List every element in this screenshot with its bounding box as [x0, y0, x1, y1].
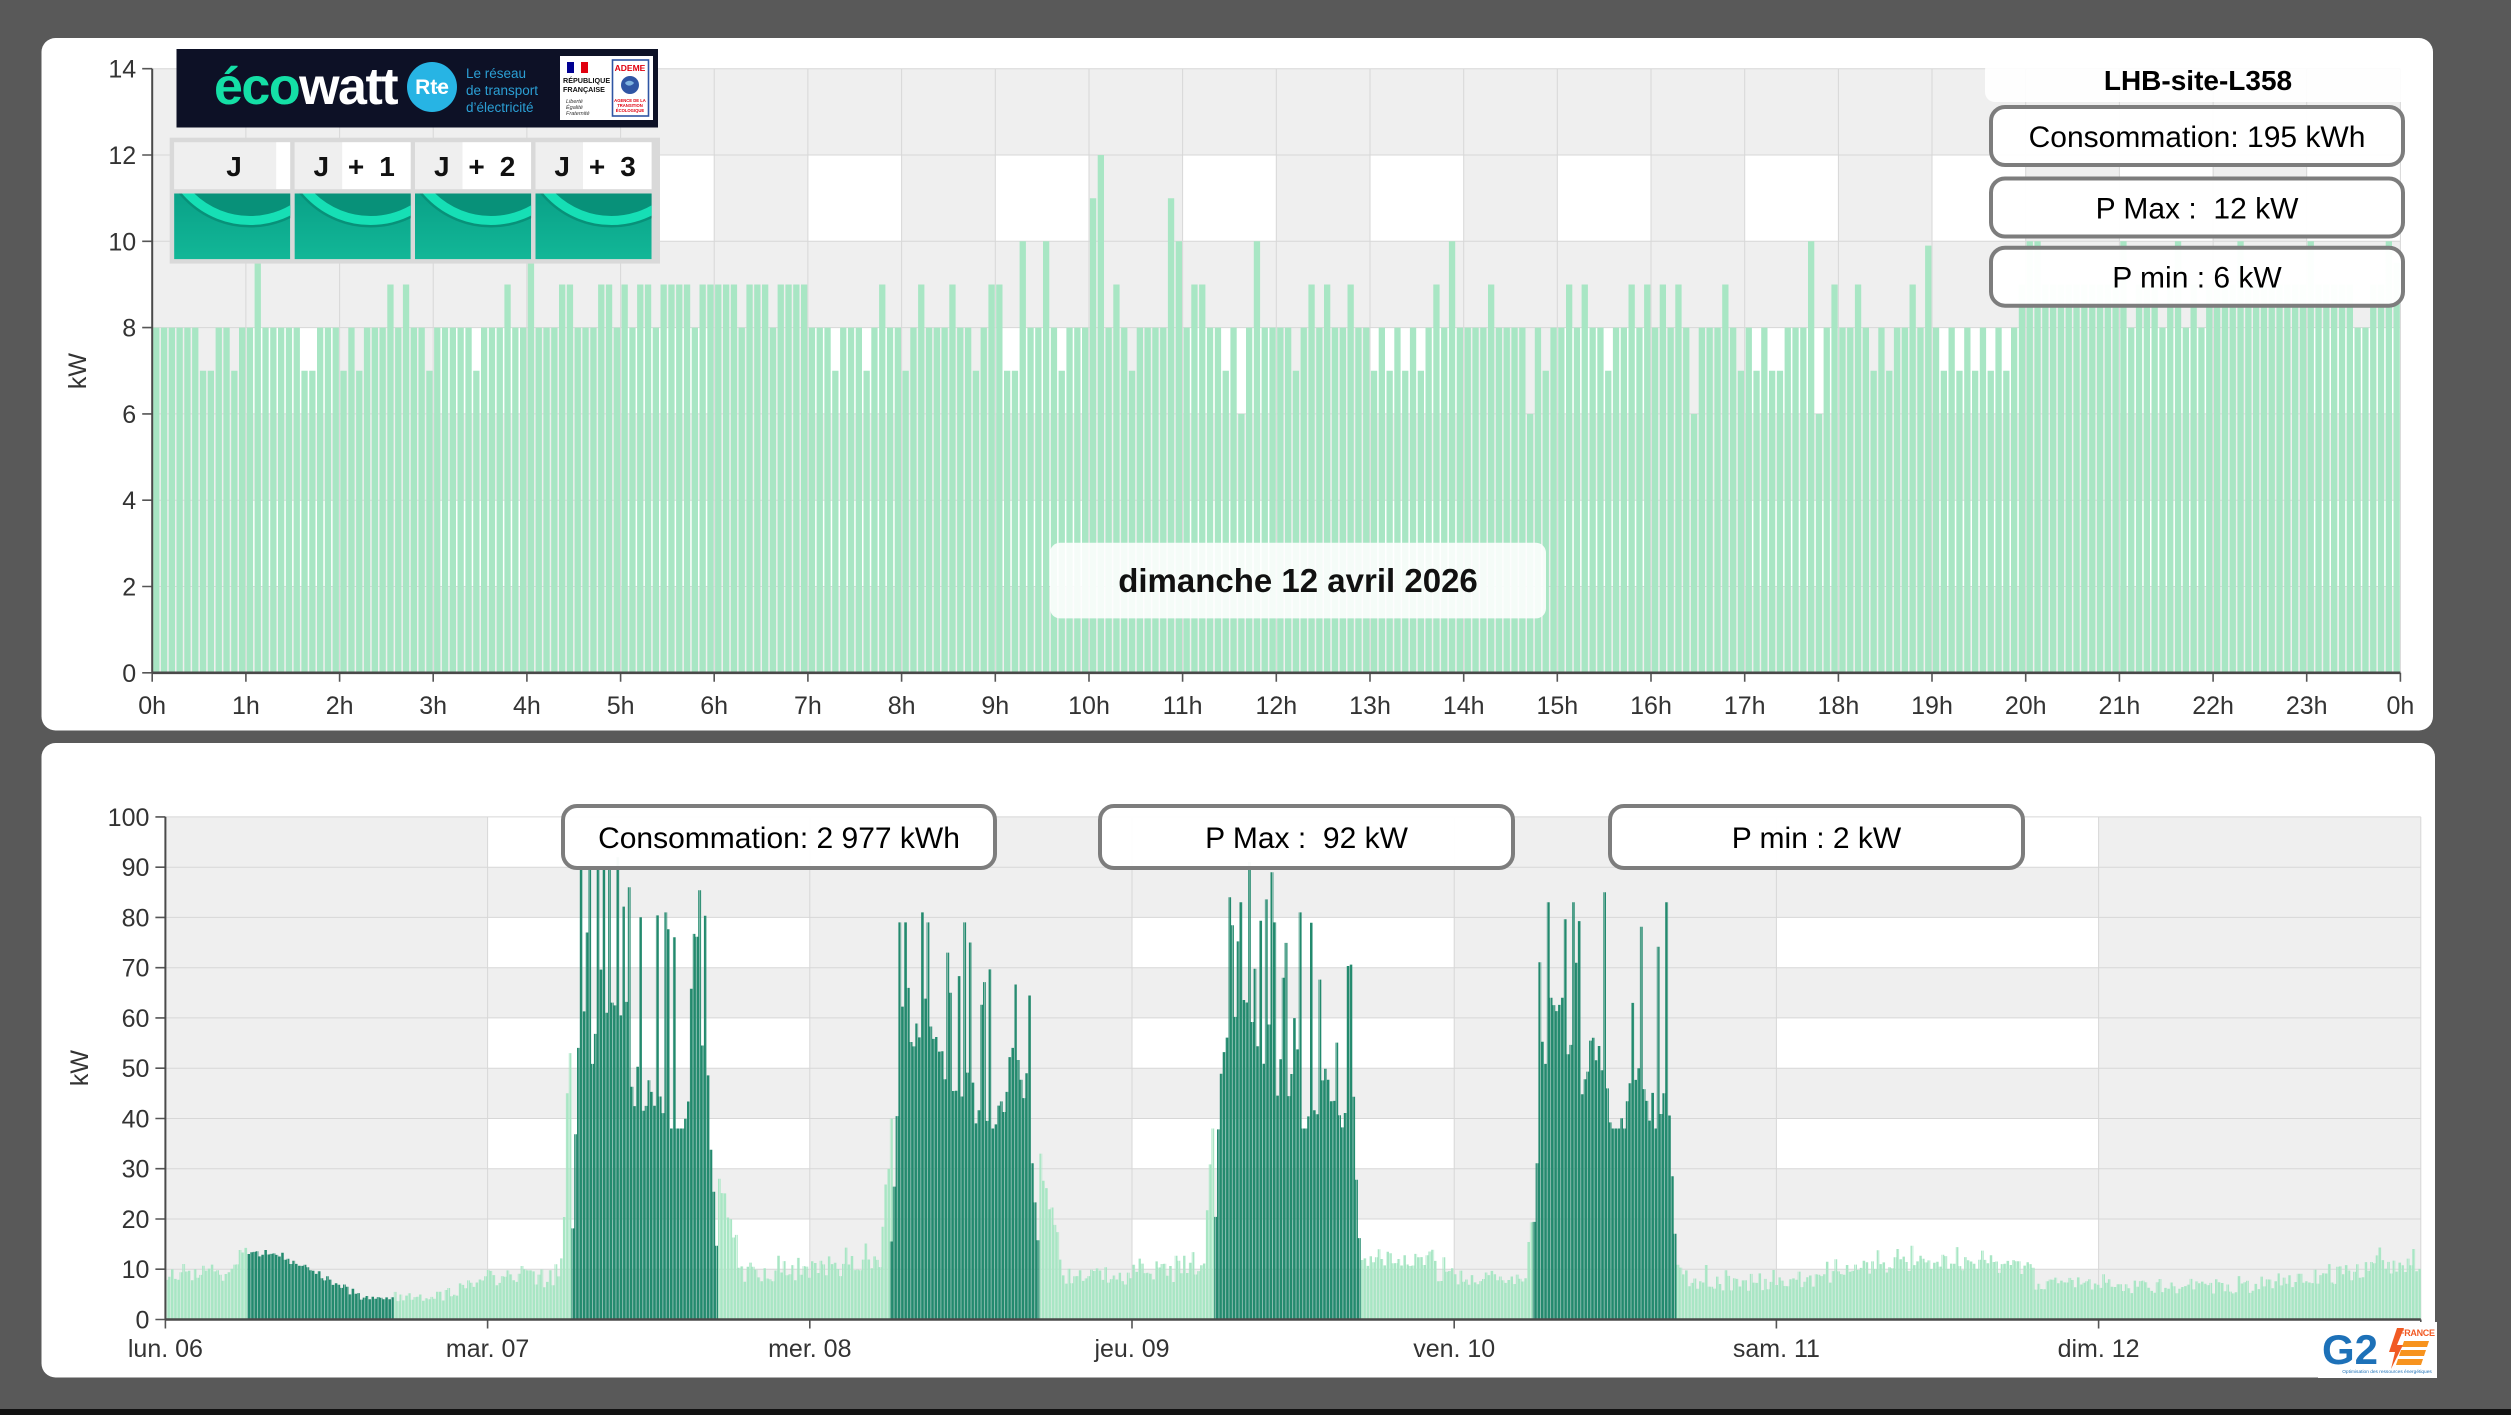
svg-text:18h: 18h [1818, 692, 1860, 720]
svg-text:20h: 20h [2005, 692, 2047, 720]
svg-text:+: + [589, 151, 605, 182]
svg-text:LHB-site-L358: LHB-site-L358 [2104, 65, 2292, 96]
svg-text:ADEME: ADEME [615, 63, 646, 73]
svg-text:22h: 22h [2192, 692, 2234, 720]
svg-text:J: J [554, 151, 570, 182]
svg-text:J: J [434, 151, 450, 182]
svg-text:17h: 17h [1724, 692, 1766, 720]
svg-text:16h: 16h [1630, 692, 1672, 720]
svg-text:13h: 13h [1349, 692, 1391, 720]
svg-text:4: 4 [122, 487, 136, 515]
svg-text:de transport: de transport [466, 83, 538, 98]
svg-text:90: 90 [122, 854, 150, 882]
svg-text:kW: kW [66, 1050, 94, 1087]
svg-text:Le réseau: Le réseau [466, 66, 526, 81]
svg-text:écowatt: écowatt [214, 58, 398, 116]
svg-text:Optimisation des ressources én: Optimisation des ressources énergétiques [2342, 1369, 2432, 1375]
svg-text:11h: 11h [1163, 692, 1203, 720]
svg-text:20: 20 [122, 1206, 150, 1234]
svg-text:1: 1 [379, 151, 395, 182]
svg-text:70: 70 [122, 955, 150, 983]
svg-text:9h: 9h [981, 692, 1009, 720]
svg-text:P Max : 92 kW: P Max : 92 kW [1205, 822, 1409, 855]
svg-text:6: 6 [122, 401, 136, 429]
svg-text:30: 30 [122, 1156, 150, 1184]
svg-text:dimanche 12 avril 2026: dimanche 12 avril 2026 [1118, 562, 1478, 599]
svg-text:mer. 08: mer. 08 [768, 1335, 851, 1363]
svg-text:2h: 2h [326, 692, 354, 720]
svg-text:Consommation: 2 977 kWh: Consommation: 2 977 kWh [598, 822, 960, 855]
svg-text:Consommation: 195 kWh: Consommation: 195 kWh [2029, 121, 2366, 154]
svg-text:RÉPUBLIQUE: RÉPUBLIQUE [563, 76, 610, 85]
svg-text:J: J [226, 151, 242, 182]
svg-text:lun. 06: lun. 06 [128, 1335, 203, 1363]
svg-text:P Max : 12 kW: P Max : 12 kW [2096, 193, 2300, 226]
svg-text:sam. 11: sam. 11 [1733, 1335, 1820, 1363]
svg-text:12h: 12h [1255, 692, 1297, 720]
svg-text:4h: 4h [513, 692, 541, 720]
svg-text:dim. 12: dim. 12 [2058, 1335, 2140, 1363]
svg-text:50: 50 [122, 1055, 150, 1083]
svg-text:0: 0 [122, 660, 136, 688]
svg-text:8h: 8h [888, 692, 916, 720]
svg-text:10: 10 [122, 1256, 150, 1284]
svg-text:40: 40 [122, 1106, 150, 1134]
svg-text:23h: 23h [2286, 692, 2328, 720]
svg-text:J: J [314, 151, 330, 182]
svg-text:d’électricité: d’électricité [466, 100, 534, 115]
svg-text:Égalité: Égalité [566, 104, 583, 111]
svg-text:kW: kW [64, 353, 92, 390]
svg-text:7h: 7h [794, 692, 822, 720]
svg-text:G2: G2 [2322, 1326, 2378, 1373]
svg-text:6h: 6h [700, 692, 728, 720]
svg-text:2: 2 [122, 574, 136, 602]
svg-text:+: + [348, 151, 364, 182]
svg-text:2: 2 [500, 151, 516, 182]
svg-text:0h: 0h [2386, 692, 2414, 720]
svg-text:10h: 10h [1068, 692, 1110, 720]
svg-text:ven. 10: ven. 10 [1413, 1335, 1495, 1363]
svg-text:14h: 14h [1443, 692, 1485, 720]
svg-text:14: 14 [108, 56, 136, 84]
svg-text:0h: 0h [138, 692, 166, 720]
svg-text:15h: 15h [1536, 692, 1578, 720]
svg-text:FRANCE: FRANCE [2399, 1328, 2435, 1338]
svg-text:FRANÇAISE: FRANÇAISE [563, 85, 605, 94]
svg-text:5h: 5h [607, 692, 635, 720]
svg-text:+: + [468, 151, 484, 182]
svg-text:10: 10 [108, 228, 136, 256]
svg-text:jeu. 09: jeu. 09 [1093, 1335, 1169, 1363]
svg-text:1h: 1h [232, 692, 260, 720]
svg-text:3: 3 [620, 151, 636, 182]
svg-text:19h: 19h [1911, 692, 1953, 720]
svg-text:0: 0 [135, 1307, 149, 1335]
svg-text:Fraternité: Fraternité [566, 111, 590, 117]
svg-text:P min : 6 kW: P min : 6 kW [2112, 262, 2282, 295]
svg-text:8: 8 [122, 315, 136, 343]
svg-text:21h: 21h [2099, 692, 2141, 720]
svg-text:12: 12 [108, 142, 136, 170]
svg-text:100: 100 [108, 804, 150, 832]
svg-text:P min : 2 kW: P min : 2 kW [1732, 822, 1902, 855]
svg-text:80: 80 [122, 904, 150, 932]
svg-text:3h: 3h [419, 692, 447, 720]
svg-text:mar. 07: mar. 07 [446, 1335, 529, 1363]
svg-text:ÉCOLOGIQUE: ÉCOLOGIQUE [616, 108, 645, 113]
svg-text:60: 60 [122, 1005, 150, 1033]
